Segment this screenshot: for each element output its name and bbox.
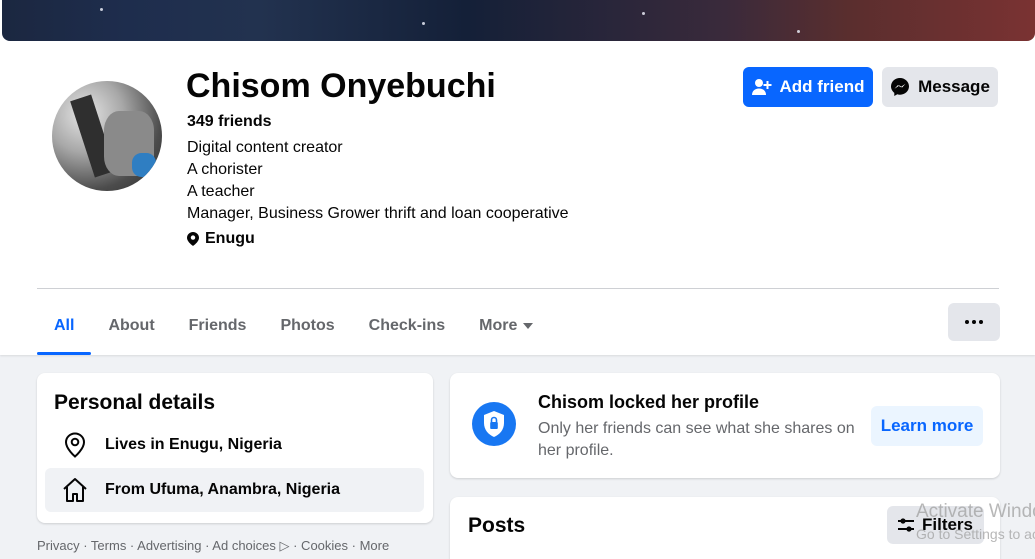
windows-activation-watermark: Activate Windows Go to Settings to activ… [916,501,1035,545]
location-text: Enugu [205,230,255,247]
tab-label: Friends [188,316,247,334]
filters-icon [897,518,914,532]
locked-description: Only her friends can see what she shares… [538,420,855,459]
profile-name: Chisom Onyebuchi [186,67,496,105]
map-pin-icon [187,232,199,246]
home-icon [45,477,105,503]
locked-profile-card: Chisom locked her profile Only her frien… [450,373,1000,478]
add-friend-button[interactable]: Add friend [743,67,873,107]
tab-photos[interactable]: Photos [263,296,351,355]
tab-label: More [479,316,518,334]
bio-line: A chorister [187,161,263,178]
add-friend-label: Add friend [779,77,865,96]
lives-in-text: Lives in Enugu, Nigeria [105,436,282,453]
learn-more-button[interactable]: Learn more [871,406,983,446]
tab-more[interactable]: More [462,296,550,355]
more-dots-icon [965,320,983,324]
locked-title: Chisom locked her profile [538,392,760,412]
posts-title: Posts [468,514,526,537]
messenger-icon [891,78,910,96]
personal-details-title: Personal details [54,391,216,414]
profile-avatar[interactable] [52,81,162,191]
bio-line: Manager, Business Grower thrift and loan… [187,205,569,222]
tab-about[interactable]: About [91,296,171,355]
more-options-button[interactable] [948,303,1000,341]
message-button[interactable]: Message [882,67,998,107]
profile-bio: Digital content creator A chorister A te… [187,137,569,225]
tab-label: Photos [280,316,335,334]
footer-links[interactable]: Privacy · Terms · Advertising · Ad choic… [37,538,389,554]
bio-line: A teacher [187,183,255,200]
watermark-line: Go to Settings to activate Windows. [916,526,1035,542]
tab-label: Check-ins [368,316,446,334]
header-divider [37,288,999,289]
location-pin-icon [45,432,105,458]
chevron-down-icon [523,322,534,329]
watermark-line: Activate Windows [916,501,1035,522]
tab-friends[interactable]: Friends [172,296,264,355]
tab-check-ins[interactable]: Check-ins [352,296,462,355]
bio-line: Digital content creator [187,139,343,156]
profile-tabs: All About Friends Photos Check-ins More [37,296,550,355]
profile-location: Enugu [187,229,255,249]
from-row[interactable]: From Ufuma, Anambra, Nigeria [45,468,424,512]
tab-label: All [54,316,75,334]
tab-label: About [108,316,155,334]
user-plus-icon [751,79,771,95]
tab-all[interactable]: All [37,296,92,355]
cover-photo[interactable] [2,0,1035,41]
lives-in-row[interactable]: Lives in Enugu, Nigeria [45,423,424,467]
message-label: Message [918,77,990,96]
friends-count[interactable]: 349 friends [187,112,271,132]
from-text: From Ufuma, Anambra, Nigeria [105,481,341,498]
personal-details-card: Personal details Lives in Enugu, Nigeria… [37,373,433,523]
shield-lock-icon [472,402,516,446]
